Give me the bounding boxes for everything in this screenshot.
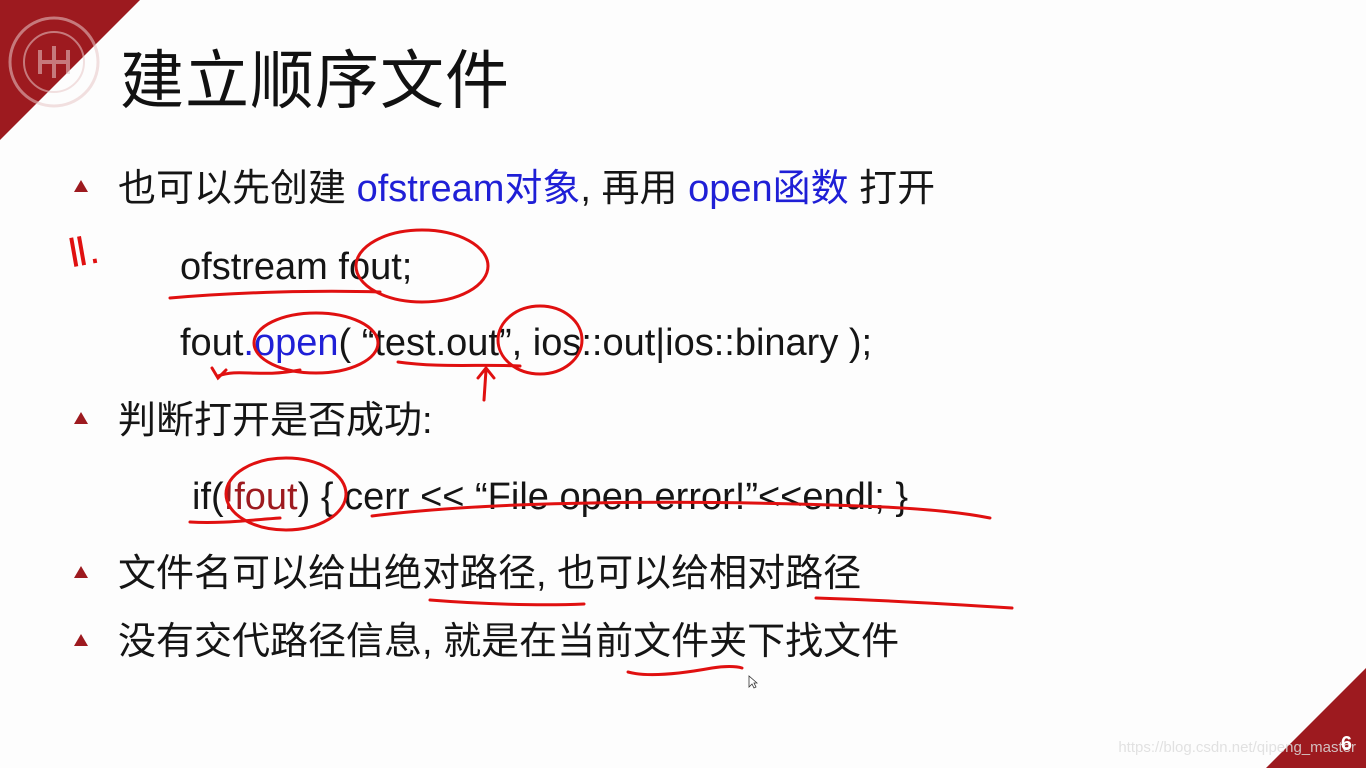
bullet-marker-3 bbox=[74, 566, 88, 578]
code-line-2-fout: fout bbox=[180, 322, 244, 364]
annotation-underline-line1 bbox=[168, 289, 382, 300]
code-line-2-args: ( “test.out”, ios::out|ios::binary ); bbox=[338, 322, 873, 364]
bullet-marker-4 bbox=[74, 634, 88, 646]
code-line-2: fout.open( “test.out”, ios::out|ios::bin… bbox=[180, 324, 872, 362]
bullet-marker-1 bbox=[74, 180, 88, 192]
bullet-1-ofstream-object: ofstream对象 bbox=[356, 168, 581, 210]
slide-title: 建立顺序文件 bbox=[120, 45, 510, 117]
bullet-1-open-function: open函数 bbox=[688, 168, 849, 210]
bullet-1-text: 也可以先创建 ofstream对象, 再用 open函数 打开 bbox=[118, 170, 935, 208]
bullet-marker-2 bbox=[74, 412, 88, 424]
annotation-arrow-open bbox=[216, 368, 302, 378]
page-number: 6 bbox=[1340, 733, 1352, 755]
annotation-underline-current-folder bbox=[626, 665, 744, 677]
mouse-cursor-icon bbox=[748, 675, 758, 689]
bullet-4-text: 没有交代路径信息, 就是在当前文件夹下找文件 bbox=[118, 621, 900, 663]
annotation-underline-if bbox=[188, 516, 282, 525]
bullet-1-part1: 也可以先创建 bbox=[118, 168, 357, 210]
code-line-1: ofstream fout; bbox=[180, 246, 413, 288]
university-seal-logo bbox=[8, 16, 100, 108]
code-line-3-if: if( bbox=[192, 476, 224, 518]
bullet-3-text: 文件名可以给出绝对路径, 也可以给相对路径 bbox=[118, 553, 862, 595]
annotation-underline-relative-path bbox=[814, 596, 1014, 610]
code-line-3-rest: ) { cerr << “File open error!”<<endl; } bbox=[297, 476, 909, 518]
annotation-underline-absolute-path bbox=[428, 598, 586, 607]
annotation-label: Ⅱ. bbox=[64, 227, 103, 277]
watermark-text: https://blog.csdn.net/qipeng_master bbox=[1118, 739, 1356, 756]
code-line-3-not-fout: !fout bbox=[223, 476, 298, 518]
bullet-2-text: 判断打开是否成功: bbox=[118, 400, 433, 442]
code-line-2-open: .open bbox=[243, 322, 339, 364]
annotation-arrow-test bbox=[476, 365, 496, 402]
bullet-1-part5: 打开 bbox=[848, 168, 936, 210]
code-line-3: if(!fout) { cerr << “File open error!”<<… bbox=[192, 478, 908, 516]
bullet-1-part3: , 再用 bbox=[580, 168, 689, 210]
